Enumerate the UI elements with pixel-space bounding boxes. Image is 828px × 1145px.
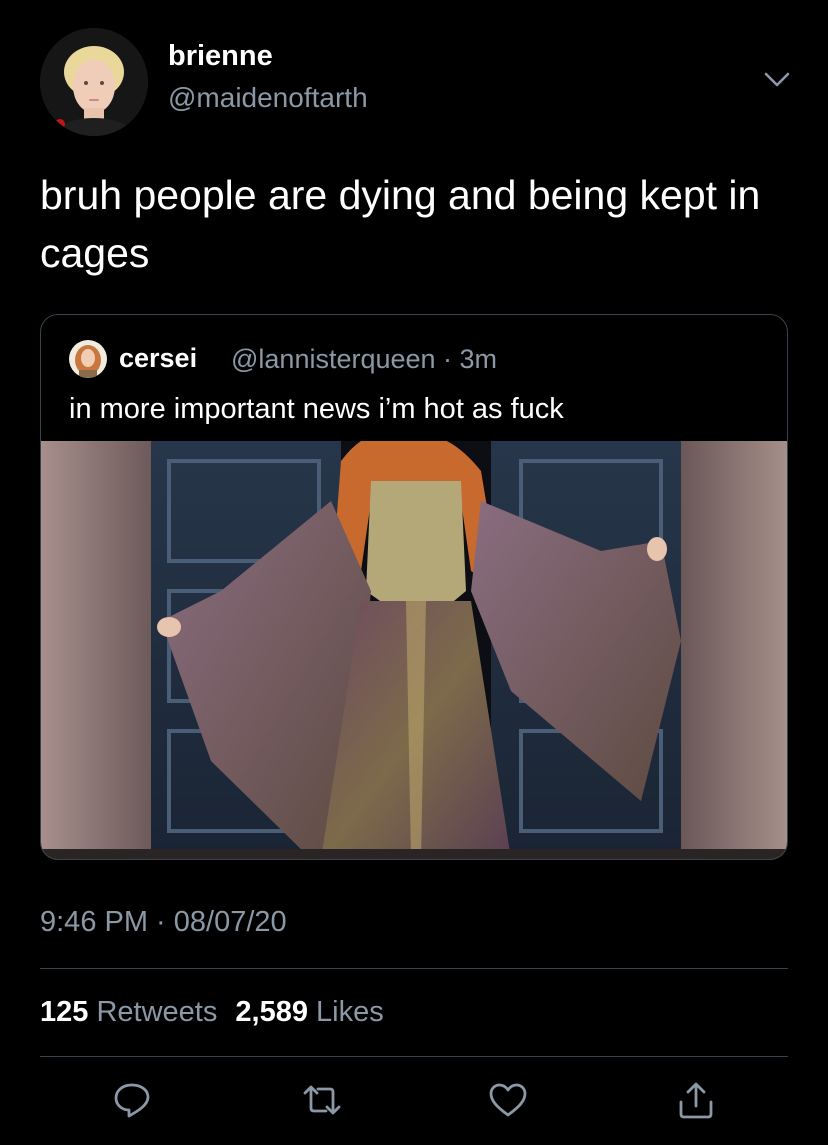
divider [40,968,788,969]
author-avatar[interactable] [40,28,148,136]
retweet-icon[interactable] [302,1080,342,1120]
quoted-author-avatar [69,340,107,378]
retweets-label[interactable]: Retweets [96,996,217,1028]
like-icon[interactable] [488,1080,528,1120]
quoted-handle-time: @lannisterqueen · 3m [231,344,498,374]
tweet-text: bruh people are dying and being kept in … [40,172,761,276]
engagement-stats: 125 Retweets 2,589 Likes [40,996,384,1029]
reply-icon[interactable] [112,1080,152,1120]
author-handle[interactable]: @maidenoftarth [168,82,368,114]
author-display-name[interactable]: brienne [168,40,273,73]
chevron-down-icon[interactable] [760,62,794,96]
share-icon[interactable] [676,1080,716,1120]
quoted-display-name: cersei [119,343,198,373]
quoted-tweet-image[interactable] [41,434,787,859]
quoted-tweet-card[interactable]: cersei @lannisterqueen · 3m in more impo… [40,314,788,860]
retweets-count[interactable]: 125 [40,996,88,1028]
tweet-timestamp: 9:46 PM · 08/07/20 [40,906,287,938]
likes-count[interactable]: 2,589 [235,996,308,1028]
divider [40,1056,788,1057]
likes-label[interactable]: Likes [316,996,384,1028]
quoted-tweet-text: in more important news i’m hot as fuck [69,393,564,425]
